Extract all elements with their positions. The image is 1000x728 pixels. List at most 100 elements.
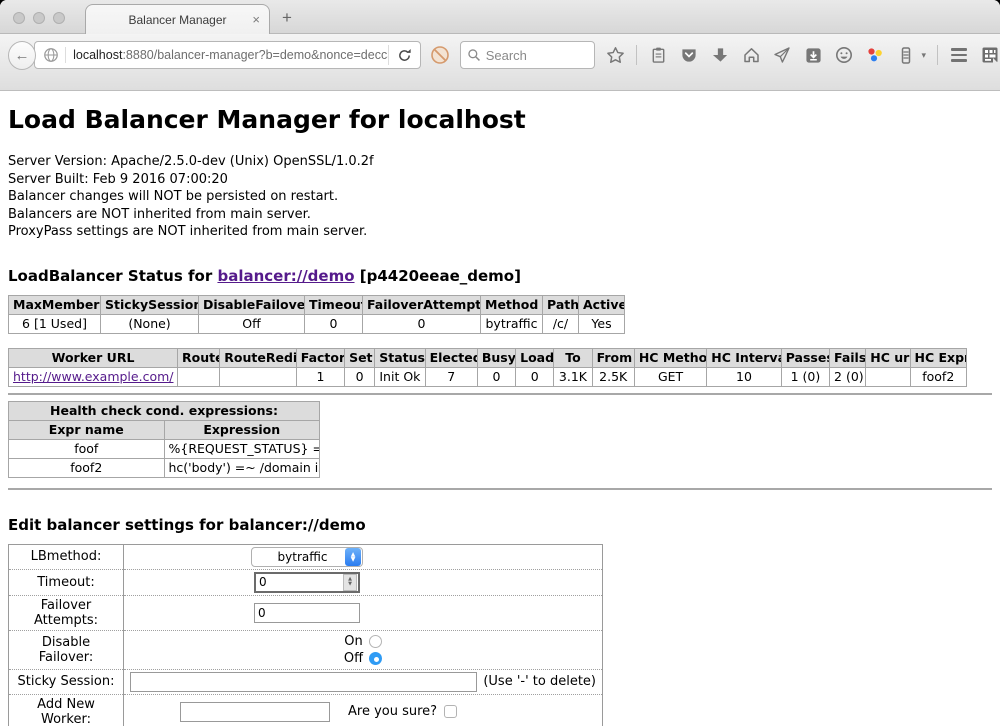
search-box[interactable]	[460, 41, 596, 69]
inherit-notice-line: Balancers are NOT inherited from main se…	[8, 206, 992, 224]
dropdown-caret-icon[interactable]: ▾	[921, 50, 926, 61]
timeout-row: Timeout: ▲▼	[9, 569, 603, 595]
url-bar[interactable]: localhost:8880/balancer-manager?b=demo&n…	[34, 41, 421, 69]
col-from: From	[592, 348, 634, 367]
are-you-sure-checkbox[interactable]	[444, 705, 457, 718]
battery-icon[interactable]	[896, 44, 916, 66]
tab-close-icon[interactable]: ×	[252, 12, 260, 28]
section-divider	[8, 393, 992, 395]
server-built-line: Server Built: Feb 9 2016 07:00:20	[8, 171, 992, 189]
failover-off-radio[interactable]	[369, 652, 382, 665]
reload-button[interactable]	[388, 45, 420, 65]
server-info: Server Version: Apache/2.5.0-dev (Unix) …	[8, 153, 992, 241]
close-window-button[interactable]	[13, 12, 25, 24]
health-check-table: Health check cond. expressions: Expr nam…	[8, 401, 320, 478]
col-active: Active	[579, 295, 625, 314]
smiley-icon[interactable]	[834, 44, 854, 66]
worker-url-link[interactable]: http://www.example.com/	[13, 369, 173, 384]
home-icon[interactable]	[741, 44, 761, 66]
cell-hc-method: GET	[634, 367, 706, 386]
new-tab-button[interactable]: +	[282, 8, 292, 28]
col-load: Load	[516, 348, 554, 367]
failover-on-radio[interactable]	[369, 635, 382, 648]
pocket-icon[interactable]	[679, 44, 699, 66]
disable-failover-label: Disable Failover:	[9, 630, 124, 669]
are-you-sure-label: Are you sure?	[348, 704, 437, 719]
cell-passes: 1 (0)	[781, 367, 829, 386]
cell-expr-name: foof	[9, 439, 165, 458]
send-icon[interactable]	[772, 44, 792, 66]
server-version-line: Server Version: Apache/2.5.0-dev (Unix) …	[8, 153, 992, 171]
col-expr-name: Expr name	[9, 420, 165, 439]
back-button[interactable]: ←	[8, 41, 36, 70]
url-path: :8880/balancer-manager?b=demo&nonce=decc…	[122, 48, 387, 62]
search-input[interactable]	[486, 48, 586, 63]
add-worker-label: Add New Worker:	[9, 694, 124, 726]
col-to: To	[554, 348, 592, 367]
url-domain: localhost	[73, 48, 122, 62]
failover-attempts-row: Failover Attempts:	[9, 595, 603, 630]
window-controls[interactable]	[13, 12, 65, 24]
clipboard-icon[interactable]	[648, 44, 668, 66]
sticky-session-hint: (Use '-' to delete)	[483, 674, 598, 689]
col-routeredir: RouteRedir	[220, 348, 296, 367]
toolbar-separator	[937, 45, 938, 65]
cell-expression: hc('body') =~ /domain is established/	[164, 458, 320, 477]
col-passes: Passes	[781, 348, 829, 367]
number-spinner-icon[interactable]: ▲▼	[343, 574, 357, 591]
table-row: foof %{REQUEST_STATUS} =~ /^[234]/	[9, 439, 320, 458]
square-download-icon[interactable]	[803, 44, 823, 66]
nav-toolbar: ← localhost:8880/balancer-manager?b=demo…	[0, 34, 1000, 91]
bookmark-star-icon[interactable]	[605, 44, 625, 66]
status-heading-prefix: LoadBalancer Status for	[8, 267, 217, 285]
cell-stickysession: (None)	[101, 314, 199, 333]
cell-timeout: 0	[305, 314, 363, 333]
cell-path: /c/	[543, 314, 579, 333]
page-grid-icon[interactable]	[980, 44, 1000, 66]
table-header-row: MaxMembers StickySession DisableFailover…	[9, 295, 625, 314]
search-icon	[467, 48, 481, 62]
page-title: Load Balancer Manager for localhost	[8, 91, 992, 134]
add-worker-input[interactable]	[180, 702, 330, 722]
minimize-window-button[interactable]	[33, 12, 45, 24]
failover-attempts-label: Failover Attempts:	[9, 595, 124, 630]
globe-icon[interactable]	[35, 47, 66, 63]
lbmethod-label: LBmethod:	[9, 544, 124, 569]
browser-window: Balancer Manager × + ← localhost:8880/ba…	[0, 0, 1000, 728]
balancer-status-table: MaxMembers StickySession DisableFailover…	[8, 295, 625, 334]
table-header-row: Expr name Expression	[9, 420, 320, 439]
table-header-row: Health check cond. expressions:	[9, 401, 320, 420]
cell-maxmembers: 6 [1 Used]	[9, 314, 101, 333]
page-content: Load Balancer Manager for localhost Serv…	[0, 91, 1000, 726]
col-worker-url: Worker URL	[9, 348, 178, 367]
url-text[interactable]: localhost:8880/balancer-manager?b=demo&n…	[66, 48, 388, 62]
col-route: Route	[178, 348, 220, 367]
timeout-input[interactable]	[256, 575, 343, 589]
block-icon[interactable]	[430, 44, 450, 66]
worker-table: Worker URL Route RouteRedir Factor Set S…	[8, 348, 967, 387]
radio-on-label: On	[344, 634, 362, 649]
col-path: Path	[543, 295, 579, 314]
cell-routeredir	[220, 367, 296, 386]
color-dots-icon[interactable]	[865, 44, 885, 66]
cell-expression: %{REQUEST_STATUS} =~ /^[234]/	[164, 439, 320, 458]
cell-elected: 7	[425, 367, 477, 386]
add-worker-row: Add New Worker: Are you sure?	[9, 694, 603, 726]
failover-attempts-input[interactable]	[254, 603, 360, 623]
zoom-window-button[interactable]	[53, 12, 65, 24]
loadbalancer-status-heading: LoadBalancer Status for balancer://demo …	[8, 267, 992, 285]
cell-fails: 2 (0)	[830, 367, 866, 386]
tab-balancer-manager[interactable]: Balancer Manager ×	[85, 4, 270, 35]
sticky-session-input[interactable]	[130, 672, 477, 692]
col-hc-interval: HC Interval	[707, 348, 781, 367]
timeout-label: Timeout:	[9, 569, 124, 595]
download-icon[interactable]	[710, 44, 730, 66]
lbmethod-row: LBmethod: bytraffic ▲▼	[9, 544, 603, 569]
lbmethod-select[interactable]: bytraffic ▲▼	[251, 547, 363, 567]
timeout-input-wrap: ▲▼	[254, 572, 360, 593]
balancer-demo-link[interactable]: balancer://demo	[217, 267, 354, 285]
cell-status: Init Ok	[375, 367, 425, 386]
menu-icon[interactable]	[949, 44, 969, 66]
cell-hc-uri	[866, 367, 910, 386]
section-divider	[8, 488, 992, 490]
